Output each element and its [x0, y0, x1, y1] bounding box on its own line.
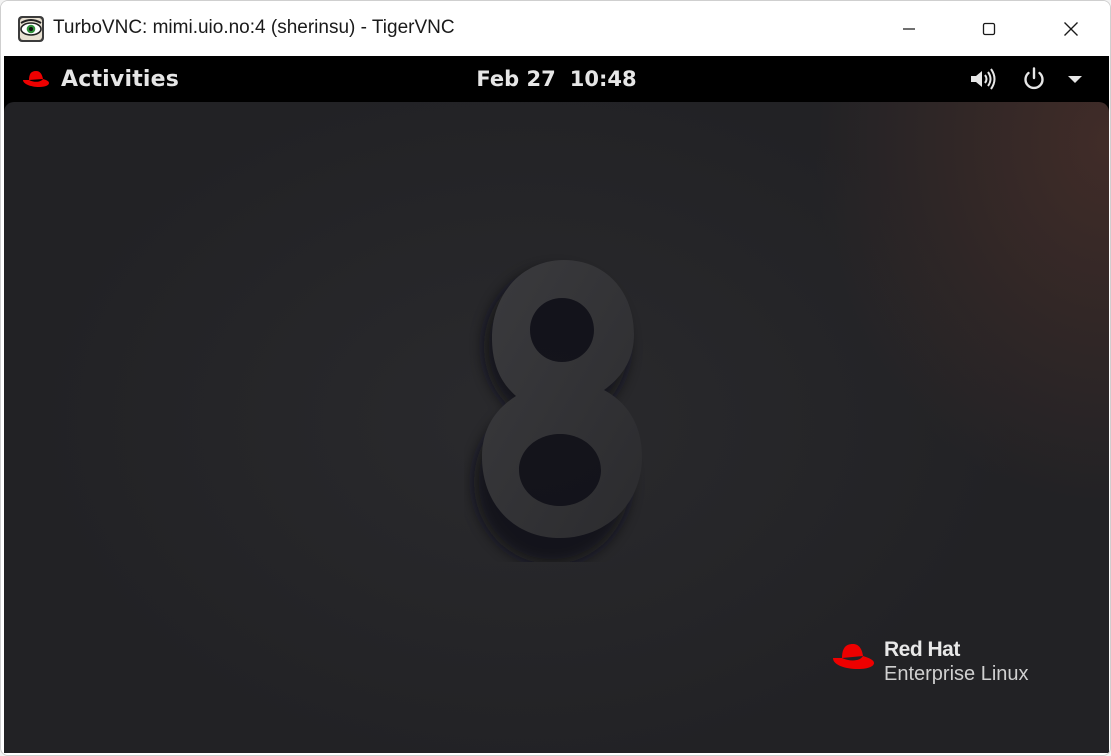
system-menu-arrow[interactable] — [1066, 56, 1084, 102]
clock-date: Feb 27 — [476, 67, 556, 91]
activities-label: Activities — [61, 66, 180, 92]
maximize-button[interactable] — [949, 1, 1029, 56]
red-hat-logo-icon — [833, 644, 874, 669]
volume-indicator[interactable] — [968, 56, 998, 102]
close-button[interactable] — [1031, 1, 1110, 56]
red-hat-branding: Red Hat Enterprise Linux — [830, 634, 1029, 694]
minimize-button[interactable] — [869, 1, 949, 56]
rhel-8-logo: 8 — [464, 242, 642, 562]
gnome-top-bar: Activities Feb 27 10:48 — [4, 56, 1109, 102]
window-title: TurboVNC: mimi.uio.no:4 (sherinsu) - Tig… — [53, 17, 455, 38]
brand-name: Red Hat — [884, 638, 960, 661]
brand-product: Enterprise Linux — [884, 663, 1029, 685]
red-hat-logo-icon — [23, 71, 49, 87]
version-mark: 8 — [464, 242, 465, 243]
vnc-viewer-window: TurboVNC: mimi.uio.no:4 (sherinsu) - Tig… — [0, 0, 1111, 756]
power-indicator[interactable] — [1020, 56, 1048, 102]
close-icon — [1064, 21, 1078, 36]
maximize-icon — [982, 22, 996, 35]
title-bar[interactable]: TurboVNC: mimi.uio.no:4 (sherinsu) - Tig… — [1, 1, 1110, 56]
activities-button[interactable]: Activities — [21, 56, 179, 102]
desktop-background[interactable]: 8 Red Hat Enterprise Linux — [4, 102, 1109, 753]
menu-arrow-icon — [1068, 76, 1082, 83]
remote-desktop-view[interactable]: Activities Feb 27 10:48 8 Red Hat Enterp… — [4, 56, 1109, 753]
clock-time: 10:48 — [569, 67, 637, 91]
volume-icon — [971, 68, 996, 90]
tigervnc-eye-icon — [17, 15, 45, 43]
minimize-icon — [903, 27, 915, 30]
power-icon — [1024, 67, 1044, 90]
